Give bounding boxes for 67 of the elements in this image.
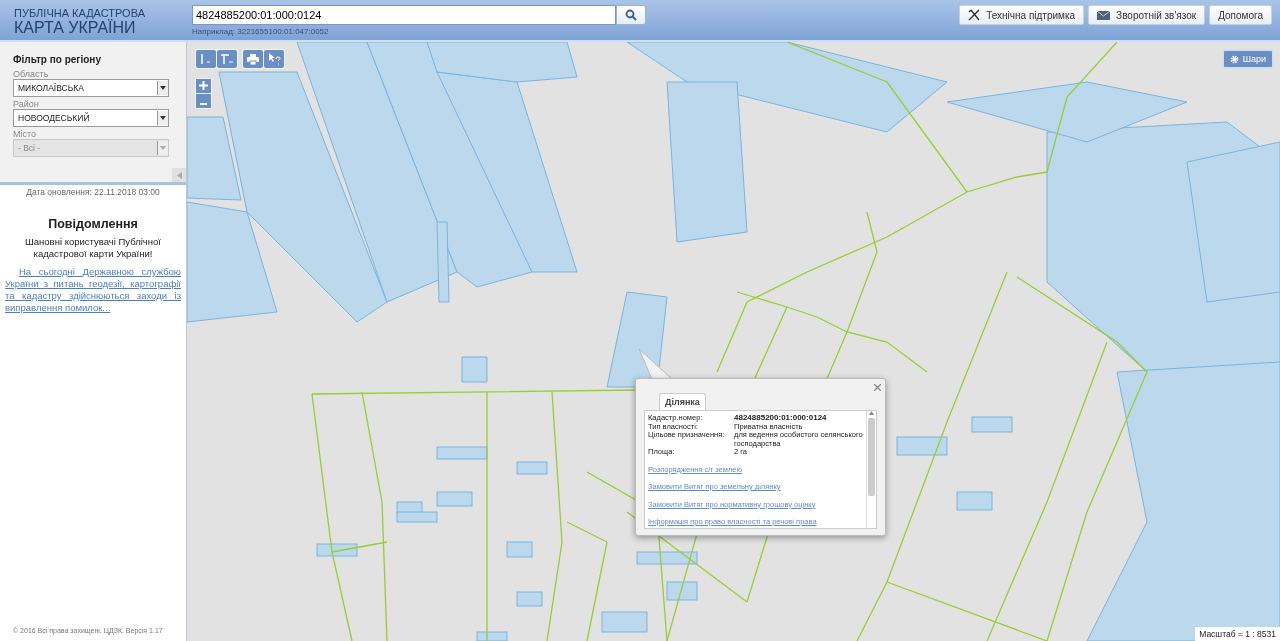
minus-icon [200,103,207,105]
update-date: Дата оновлення: 22.11.2018 03:00 [25,187,161,197]
ruler-icon [200,53,212,65]
scroll-up-arrow-icon[interactable] [869,411,874,415]
building-footprint[interactable] [516,591,543,607]
region-select[interactable]: НОВООДЕСЬКИЙ [13,109,169,127]
scrollbar[interactable] [866,411,876,528]
building-footprint[interactable] [396,511,438,523]
print-button[interactable] [243,50,263,68]
land-parcel[interactable] [436,221,450,303]
field-label: Область [13,69,50,79]
identify-button[interactable] [264,50,284,68]
notice-link[interactable]: На сьогодні Державною службою України з питань геодезії, картографії та кадастру здійснюються заходи із виправлення помилок... [5,266,181,314]
building-footprint[interactable] [636,551,698,565]
measure-distance-button[interactable] [196,50,216,68]
land-parcel[interactable] [606,291,668,388]
search-button[interactable] [616,5,646,25]
building-footprint[interactable] [436,491,473,507]
dropdown-caret-icon [160,86,166,90]
field-value: 4824885200:01:000:0124 [734,414,828,423]
plus-icon [199,81,208,90]
map-scale: Масштаб = 1 : 8531 [1195,627,1280,641]
field-label: Місто [13,129,38,139]
header-button[interactable]: Технічна підтримка [959,5,1085,25]
header-button[interactable]: Допомога [1209,5,1272,25]
filter-title: Фільтр по регіону [13,54,102,65]
building-footprint[interactable] [506,541,533,558]
building-footprint[interactable] [666,581,698,601]
popup-tab[interactable]: Ділянка [659,393,706,410]
dropdown-caret-icon [160,116,166,120]
region-select[interactable]: МИКОЛАЇВСЬКА [13,79,169,97]
collapse-arrow-icon [176,171,182,179]
building-footprint[interactable] [436,446,488,460]
building-footprint[interactable] [896,436,948,456]
search-icon [625,9,637,21]
collapse-button[interactable] [172,168,186,182]
building-footprint[interactable] [956,491,993,511]
land-parcel[interactable] [1086,361,1280,641]
logo-text: КАРТА УКРАЇНИ [14,19,137,36]
area-ruler-icon [220,53,234,65]
building-footprint[interactable] [316,543,358,557]
pointer-question-icon [267,53,281,65]
zoom-out-button[interactable] [196,94,211,108]
land-parcel[interactable] [666,81,748,243]
building-footprint[interactable] [601,611,648,633]
building-footprint[interactable] [516,461,548,475]
dropdown-caret-icon [160,146,166,150]
land-parcel[interactable] [296,42,458,303]
notice-text: Шановні користувачі Публічної кадастрової карти України! [24,236,162,260]
close-button[interactable] [874,381,881,393]
gear-icon [1229,54,1239,64]
building-footprint[interactable] [971,416,1013,433]
search-field[interactable]: 4824885200:01:000:0124 [192,5,616,25]
notice-title: Повідомлення [47,217,139,231]
zoom-in-button[interactable] [196,79,211,93]
measure-area-button[interactable] [217,50,237,68]
printer-icon [247,53,259,65]
land-parcel[interactable] [1186,141,1280,303]
close-icon [874,384,881,391]
building-footprint[interactable] [476,631,508,641]
field-label: Район [13,99,40,109]
search-hint: Наприклад: 3221655100:01:047:0052 [192,27,330,36]
land-parcel[interactable] [461,356,488,383]
land-parcel[interactable] [946,81,1188,143]
logo-text: ПУБЛІЧНА КАДАСТРОВА [14,8,146,19]
header-button[interactable]: Зворотній зв'язок [1088,5,1206,25]
envelope-icon [1097,10,1111,20]
